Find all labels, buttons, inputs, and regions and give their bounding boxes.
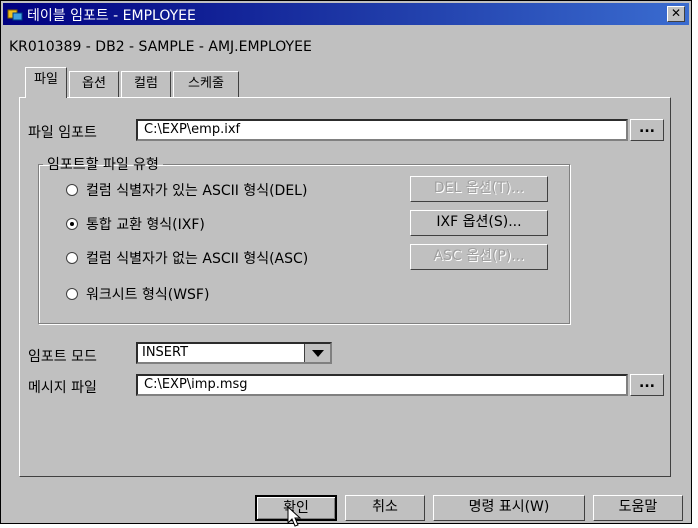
import-file-browse-button[interactable]: ... bbox=[630, 119, 664, 141]
tab-panel-file: 파일 임포트 C:\EXP\emp.ixf ... 임포트할 파일 유형 컬럼 … bbox=[19, 97, 671, 477]
import-file-label: 파일 임포트 bbox=[28, 125, 97, 141]
radio-asc[interactable] bbox=[66, 252, 78, 264]
help-button[interactable]: 도움말 bbox=[593, 495, 683, 521]
table-import-icon bbox=[7, 9, 23, 21]
window-title: 테이블 임포트 - EMPLOYEE bbox=[27, 8, 196, 24]
close-icon: ✕ bbox=[670, 6, 682, 20]
object-path: KR010389 - DB2 - SAMPLE - AMJ.EMPLOYEE bbox=[9, 39, 312, 55]
mouse-cursor-icon bbox=[287, 506, 302, 527]
title-bar[interactable]: 테이블 임포트 - EMPLOYEE ✕ bbox=[3, 3, 689, 25]
tab-label: 옵션 bbox=[82, 76, 106, 91]
tab-label: 스케줄 bbox=[188, 76, 224, 91]
radio-del-label: 컬럼 식별자가 있는 ASCII 형식(DEL) bbox=[86, 183, 308, 199]
message-file-input[interactable]: C:\EXP\imp.msg bbox=[136, 374, 628, 396]
import-dialog: 테이블 임포트 - EMPLOYEE ✕ KR010389 - DB2 - SA… bbox=[0, 0, 692, 527]
import-file-input[interactable]: C:\EXP\emp.ixf bbox=[136, 119, 628, 141]
cancel-button[interactable]: 취소 bbox=[345, 495, 425, 521]
tab-options[interactable]: 옵션 bbox=[69, 71, 119, 97]
tab-schedule[interactable]: 스케줄 bbox=[173, 71, 239, 97]
cancel-button-label: 취소 bbox=[372, 499, 398, 515]
tab-label: 파일 bbox=[34, 72, 58, 87]
import-mode-select[interactable]: INSERT bbox=[136, 342, 332, 364]
help-button-label: 도움말 bbox=[618, 499, 658, 515]
message-file-label: 메시지 파일 bbox=[28, 380, 97, 396]
tab-file[interactable]: 파일 bbox=[25, 67, 67, 98]
radio-wsf[interactable] bbox=[66, 288, 78, 300]
show-command-button[interactable]: 명령 표시(W) bbox=[433, 495, 585, 521]
close-button[interactable]: ✕ bbox=[667, 6, 685, 22]
del-options-button: DEL 옵션(T)... bbox=[410, 176, 548, 202]
asc-options-label: ASC 옵션(P)... bbox=[433, 248, 525, 264]
import-mode-value: INSERT bbox=[142, 345, 189, 360]
radio-del[interactable] bbox=[66, 184, 78, 196]
radio-ixf-label: 통합 교환 형식(IXF) bbox=[86, 217, 205, 233]
chevron-down-icon[interactable] bbox=[304, 344, 330, 362]
radio-asc-label: 컬럼 식별자가 없는 ASCII 형식(ASC) bbox=[86, 251, 309, 267]
tab-columns[interactable]: 컬럼 bbox=[121, 71, 171, 97]
show-command-label: 명령 표시(W) bbox=[468, 499, 550, 515]
file-type-legend: 임포트할 파일 유형 bbox=[47, 157, 159, 173]
tab-label: 컬럼 bbox=[134, 76, 158, 91]
import-mode-label: 임포트 모드 bbox=[28, 349, 97, 365]
del-options-label: DEL 옵션(T)... bbox=[433, 180, 525, 196]
asc-options-button: ASC 옵션(P)... bbox=[410, 244, 548, 270]
radio-ixf[interactable] bbox=[66, 218, 78, 230]
radio-wsf-label: 워크시트 형식(WSF) bbox=[86, 287, 210, 303]
message-file-browse-button[interactable]: ... bbox=[630, 374, 664, 396]
ixf-options-button[interactable]: IXF 옵션(S)... bbox=[410, 210, 548, 236]
ixf-options-label: IXF 옵션(S)... bbox=[436, 214, 522, 230]
